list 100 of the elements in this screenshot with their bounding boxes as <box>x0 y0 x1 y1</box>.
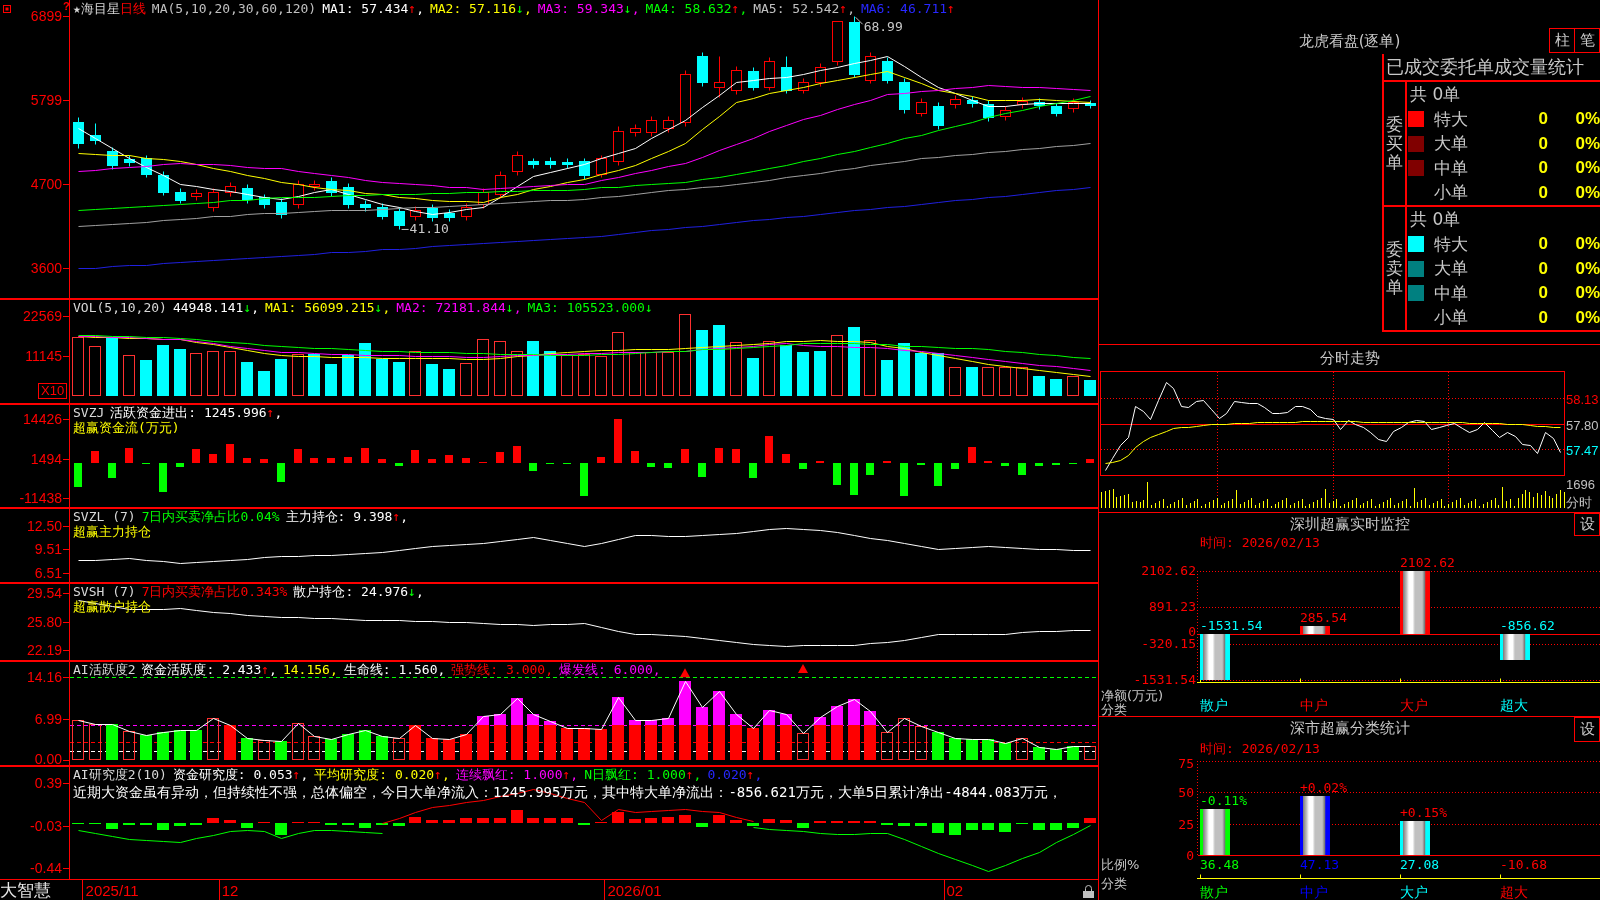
research-bar <box>999 823 1011 832</box>
share-value: 0% <box>1574 133 1600 154</box>
count-value: 0 <box>1537 133 1548 154</box>
category-label: 超大 <box>1500 884 1528 900</box>
axis-label: 25.80 <box>26 613 62 630</box>
net-amount-bar <box>1400 571 1430 634</box>
research-bar <box>561 818 573 823</box>
view-button[interactable]: 柱 <box>1549 28 1575 53</box>
category-label: 散户 <box>1200 884 1228 900</box>
activity-bar <box>982 739 994 760</box>
axis-label: 6.51 <box>34 564 62 581</box>
research-bar <box>106 823 118 829</box>
chart-title: AI活跃度2 <box>73 662 136 677</box>
fund-flow-bar <box>395 463 403 466</box>
total-label: 共 0单 <box>1409 83 1462 106</box>
activity-bar <box>999 743 1011 760</box>
volume-bar <box>342 355 354 396</box>
fund-flow-bar <box>462 458 470 463</box>
axis-label: 1696 <box>1566 477 1595 492</box>
candle <box>815 63 826 87</box>
square-icon[interactable] <box>3 5 11 13</box>
research-bar <box>207 818 219 823</box>
candle <box>1068 98 1079 113</box>
axis-label: 5799 <box>30 92 62 109</box>
volume-bar <box>207 351 219 396</box>
fund-flow-bar <box>361 448 369 463</box>
fund-flow-bar <box>277 463 285 482</box>
fund-flow-bar <box>951 463 959 469</box>
chart-title: ★海目星 <box>73 1 120 16</box>
view-button[interactable]: 笔 <box>1574 28 1600 53</box>
volume-bar <box>848 327 860 396</box>
trend-arrow: ↑, <box>731 1 748 16</box>
share-value: 0% <box>1574 234 1600 255</box>
settings-button[interactable]: 设 <box>1574 717 1600 742</box>
activity-bar <box>713 691 725 725</box>
fund-flow-bar <box>192 449 200 463</box>
volume-bar <box>1016 367 1028 396</box>
fund-flow-bar <box>74 463 82 487</box>
trend-arrow: ↑, <box>408 1 424 16</box>
trend-arrow: ↑, <box>392 509 409 524</box>
volume-bar <box>662 352 674 396</box>
value-label: -856.62 <box>1500 618 1555 633</box>
volume-bar <box>915 353 927 396</box>
research-bar <box>629 819 641 823</box>
activity-bar <box>241 738 253 760</box>
activity-bar <box>511 725 523 760</box>
research-bar <box>966 823 978 830</box>
category-label: 超大 <box>1500 697 1528 713</box>
research-bar <box>443 820 455 823</box>
trend-arrow: ↑, <box>685 767 702 782</box>
candle <box>528 158 539 169</box>
volume-bar <box>999 367 1011 396</box>
research-bar <box>527 818 539 823</box>
candle <box>141 155 152 178</box>
axis-label: 3600 <box>30 260 62 277</box>
net-amount-bar <box>1300 626 1330 634</box>
volume-bar <box>72 337 84 396</box>
fund-flow-bar <box>934 463 942 486</box>
axis-label: 14.16 <box>26 669 62 686</box>
chart-title: SVZL (7) <box>73 509 136 524</box>
activity-bar <box>359 730 371 760</box>
axis-label: 25 <box>1178 816 1194 832</box>
help-mark[interactable]: ? <box>63 0 70 12</box>
fund-flow-bar <box>631 451 639 463</box>
volume-bar <box>797 352 809 396</box>
net-amount-bar <box>1200 634 1230 680</box>
trend-arrow: ↓ <box>644 300 653 315</box>
activity-bar <box>409 725 421 760</box>
axis-label: -0.03 <box>30 817 62 834</box>
candle <box>663 116 674 133</box>
value-label: 36.48 <box>1200 857 1240 872</box>
date-label: 02 <box>946 882 964 899</box>
volume-bar <box>629 352 641 396</box>
volume-bar <box>1084 380 1096 396</box>
fund-flow-bar <box>411 450 419 463</box>
trend-arrow: ↑ <box>947 1 955 16</box>
candle <box>967 96 978 108</box>
settings-button[interactable]: 设 <box>1574 513 1600 536</box>
volume-bar <box>477 339 489 396</box>
axis-label: 2102.62 <box>1141 563 1196 578</box>
research-bar <box>409 817 421 823</box>
axis-title: 分类 <box>1101 702 1127 716</box>
fund-flow-bar <box>765 436 773 463</box>
activity-bar <box>1067 746 1079 760</box>
row-label: 小单 <box>1434 181 1469 205</box>
volume-bar <box>241 362 253 396</box>
axis-label: 14426 <box>23 411 62 427</box>
activity-bar <box>797 733 809 760</box>
axis-label: 6899 <box>30 8 62 25</box>
value-label: 2102.62 <box>1400 555 1455 570</box>
activity-bar <box>1084 746 1096 760</box>
volume-bar <box>814 351 826 396</box>
volume-bar <box>780 345 792 396</box>
trend-arrow: ↑, <box>292 767 309 782</box>
fund-flow-bar <box>513 446 521 463</box>
candle <box>1000 106 1011 121</box>
activity-bar <box>106 724 118 760</box>
activity-bar <box>292 723 304 760</box>
volume-bar <box>89 346 101 396</box>
activity-bar <box>578 728 590 760</box>
